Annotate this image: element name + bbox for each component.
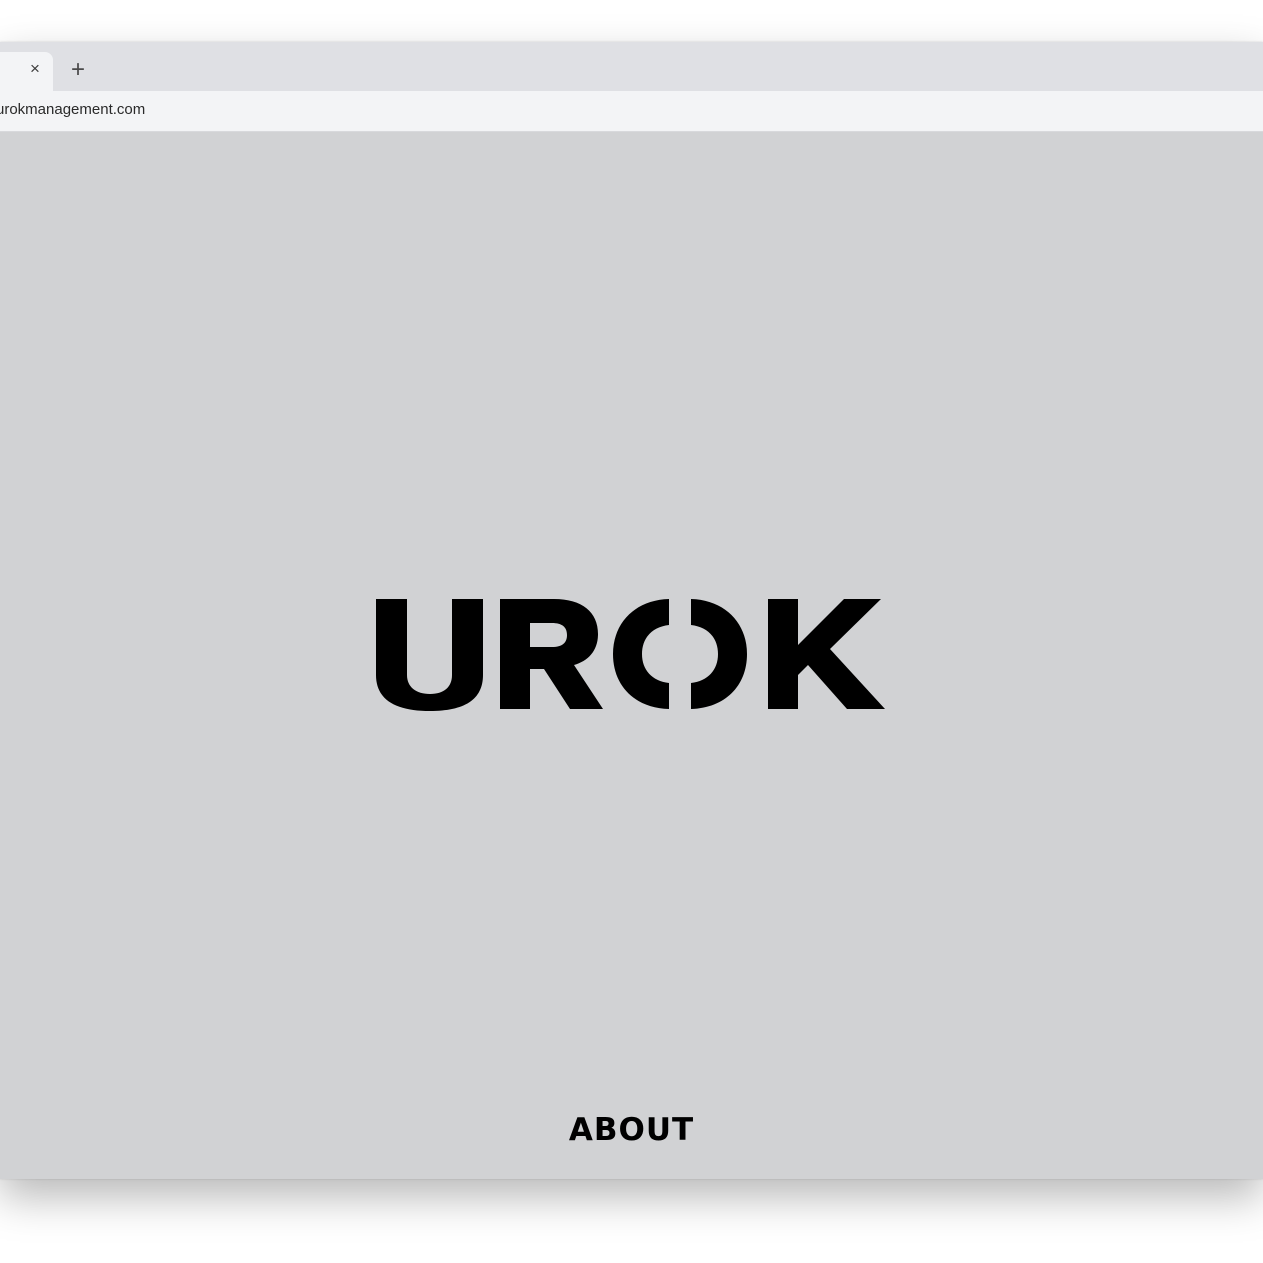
- browser-window: × + urokmanagement.com ABOUT: [0, 42, 1263, 1179]
- tab-strip: × +: [0, 42, 1263, 91]
- screenshot-stage: × + urokmanagement.com ABOUT: [0, 0, 1263, 1263]
- close-icon[interactable]: ×: [26, 60, 44, 78]
- urok-logo: [376, 599, 886, 713]
- address-bar[interactable]: urokmanagement.com: [0, 91, 1263, 132]
- url-text[interactable]: urokmanagement.com: [0, 101, 145, 118]
- page-content: ABOUT: [0, 132, 1263, 1179]
- plus-icon[interactable]: +: [66, 58, 90, 83]
- active-tab[interactable]: ×: [0, 52, 53, 91]
- about-link[interactable]: ABOUT: [0, 1112, 1263, 1148]
